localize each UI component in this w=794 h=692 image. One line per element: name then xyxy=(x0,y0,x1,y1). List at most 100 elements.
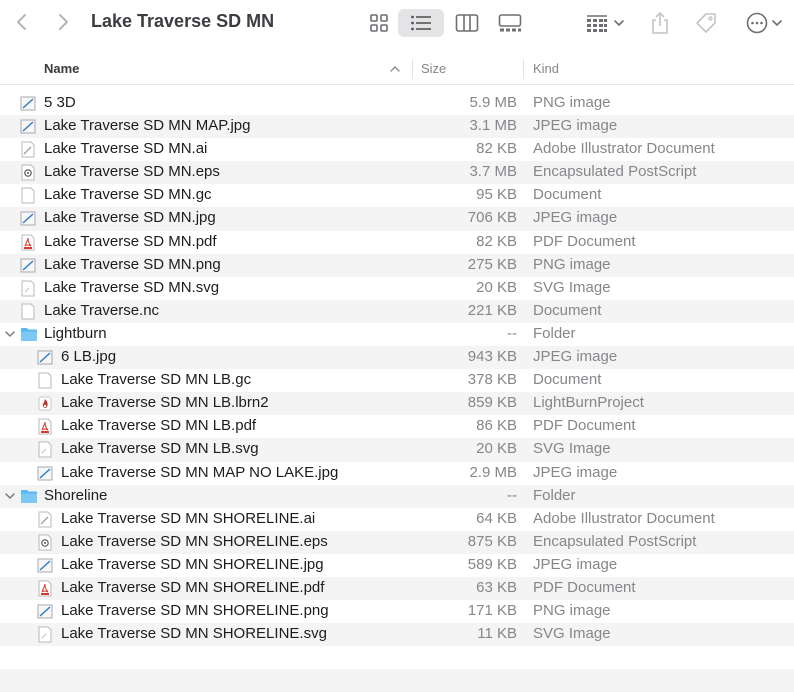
disclosure-triangle[interactable] xyxy=(4,489,16,503)
file-name: Lake Traverse SD MN SHORELINE.ai xyxy=(61,509,316,527)
forward-button[interactable] xyxy=(51,10,75,34)
tag-button[interactable] xyxy=(693,9,719,37)
name-column-header[interactable]: Name xyxy=(44,54,79,84)
file-kind: PDF Document xyxy=(533,417,636,435)
file-row[interactable]: Lake Traverse SD MN MAP.jpg 3.1 MB JPEG im… xyxy=(0,115,794,139)
svg-file-icon xyxy=(37,441,53,458)
file-row[interactable]: 6 LB.jpg 943 KB JPEG image xyxy=(0,346,794,370)
column-divider[interactable] xyxy=(412,59,413,79)
file-kind: Document xyxy=(533,301,602,319)
file-row[interactable]: Lake Traverse SD MN.jpg 706 KB JPEG image xyxy=(0,207,794,231)
file-kind: Folder xyxy=(533,486,576,504)
more-actions-button[interactable] xyxy=(742,9,786,37)
file-row[interactable]: Lake Traverse SD MN.pdf 82 KB PDF Document xyxy=(0,231,794,254)
file-row[interactable]: Lake Traverse SD MN SHORELINE.svg 11 KB SV… xyxy=(0,623,794,647)
file-size: 63 KB xyxy=(476,578,517,596)
file-kind: JPEG image xyxy=(533,463,618,481)
image-icon xyxy=(37,603,53,620)
folder-row[interactable]: Lightburn -- Folder xyxy=(0,323,794,346)
file-row[interactable]: 5 3D 5.9 MB PNG image xyxy=(0,92,794,115)
file-row[interactable]: Lake Traverse SD MN.png 275 KB PNG image xyxy=(0,253,794,277)
file-row[interactable]: Lake Traverse SD MN LB.lbrn2 859 KB LightB… xyxy=(0,392,794,416)
list-view-button[interactable] xyxy=(398,9,444,37)
share-button[interactable] xyxy=(648,9,672,37)
image-icon xyxy=(37,465,53,482)
chevron-down-icon xyxy=(614,20,624,27)
image-icon xyxy=(20,210,36,227)
group-by-button[interactable] xyxy=(582,9,628,37)
file-name: Lake Traverse.nc xyxy=(44,301,160,319)
file-name: Lake Traverse SD MN.ai xyxy=(44,140,208,158)
file-row[interactable]: Lake Traverse SD MN LB.svg 20 KB SVG Image xyxy=(0,438,794,462)
more-icon xyxy=(746,12,767,34)
file-row[interactable]: Lake Traverse SD MN SHORELINE.ai 64 KB Ado… xyxy=(0,508,794,531)
file-name: Lake Traverse SD MN SHORELINE.jpg xyxy=(61,555,324,573)
column-divider[interactable] xyxy=(523,59,524,79)
file-row[interactable]: Lake Traverse SD MN LB.gc 378 KB Document xyxy=(0,369,794,392)
file-name: Lake Traverse SD MN.svg xyxy=(44,278,220,296)
file-name: Lake Traverse SD MN SHORELINE.pdf xyxy=(61,578,325,596)
file-size: 706 KB xyxy=(467,209,517,227)
file-size: 82 KB xyxy=(476,232,517,250)
group-icon xyxy=(587,15,607,32)
folder-row[interactable]: Shoreline -- Folder xyxy=(0,484,794,508)
file-row[interactable]: Lake Traverse SD MN SHORELINE.png 171 KB P… xyxy=(0,600,794,623)
size-column-header[interactable]: Size xyxy=(421,54,446,84)
column-view-button[interactable] xyxy=(454,9,480,37)
chevron-down-icon xyxy=(5,492,15,499)
document-icon xyxy=(37,372,53,389)
image-icon xyxy=(37,557,53,574)
file-kind: SVG Image xyxy=(533,625,611,643)
file-name: Lake Traverse SD MN MAP.jpg xyxy=(44,117,251,135)
image-icon xyxy=(20,95,36,112)
ai-file-icon xyxy=(37,511,53,528)
eps-file-icon xyxy=(20,164,36,181)
file-size: 171 KB xyxy=(467,602,517,620)
svg-file-icon xyxy=(20,280,36,297)
file-kind: PNG image xyxy=(533,94,611,111)
file-name: Lake Traverse SD MN.pdf xyxy=(44,232,217,250)
file-size: 378 KB xyxy=(467,371,517,389)
file-row[interactable]: Lake Traverse SD MN SHORELINE.pdf 63 KB PD… xyxy=(0,576,794,601)
file-row[interactable]: Lake Traverse SD MN LB.pdf 86 KB PDF Docum… xyxy=(0,415,794,438)
file-list: 5 3D 5.9 MB PNG image Lake Traverse SD MN M… xyxy=(0,92,794,692)
file-size: 64 KB xyxy=(476,509,517,527)
chevron-left-icon xyxy=(17,14,26,30)
file-row[interactable]: Lake Traverse SD MN SHORELINE.jpg 589 KB J… xyxy=(0,554,794,577)
file-row[interactable]: Lake Traverse.nc 221 KB Document xyxy=(0,299,794,323)
back-button[interactable] xyxy=(10,10,34,34)
file-size: 95 KB xyxy=(476,186,517,204)
pdf-file-icon xyxy=(20,234,36,251)
file-row[interactable]: Lake Traverse SD MN.gc 95 KB Document xyxy=(0,184,794,207)
file-size: 11 KB xyxy=(477,625,517,643)
file-kind: PNG image xyxy=(533,602,611,620)
file-name: 6 LB.jpg xyxy=(61,348,117,366)
chevron-down-icon xyxy=(5,331,15,337)
sort-indicator[interactable] xyxy=(389,54,403,84)
file-kind: Encapsulated PostScript xyxy=(533,532,697,550)
grid-view-icon xyxy=(370,14,388,32)
disclosure-triangle[interactable] xyxy=(4,327,16,341)
file-kind: JPEG image xyxy=(533,348,618,366)
file-size: 86 KB xyxy=(476,417,517,435)
file-row[interactable]: Lake Traverse SD MN.ai 82 KB Adobe Illustr… xyxy=(0,138,794,161)
file-row[interactable]: Lake Traverse SD MN MAP NO LAKE.jpg 2.9 M… xyxy=(0,462,794,485)
kind-column-header[interactable]: Kind xyxy=(533,54,559,84)
image-icon xyxy=(20,118,36,135)
gallery-view-icon xyxy=(498,14,522,32)
file-row[interactable]: Lake Traverse SD MN SHORELINE.eps 875 KB E… xyxy=(0,530,794,554)
ai-file-icon xyxy=(20,141,36,158)
file-row[interactable]: Lake Traverse SD MN.svg 20 KB SVG Image xyxy=(0,277,794,300)
grid-view-button[interactable] xyxy=(366,9,392,37)
file-kind: SVG Image xyxy=(533,278,611,296)
lightburn-file-icon xyxy=(37,395,53,412)
file-name: Shoreline xyxy=(44,486,108,504)
file-kind: SVG Image xyxy=(533,440,611,458)
tag-icon xyxy=(696,13,716,33)
file-kind: LightBurnProject xyxy=(533,394,644,412)
file-size: 875 KB xyxy=(467,532,517,550)
file-name: Lake Traverse SD MN.eps xyxy=(44,163,220,181)
gallery-view-button[interactable] xyxy=(496,9,524,37)
file-kind: Encapsulated PostScript xyxy=(533,163,697,181)
file-row[interactable]: Lake Traverse SD MN.eps 3.7 MB Encapsulate… xyxy=(0,161,794,185)
